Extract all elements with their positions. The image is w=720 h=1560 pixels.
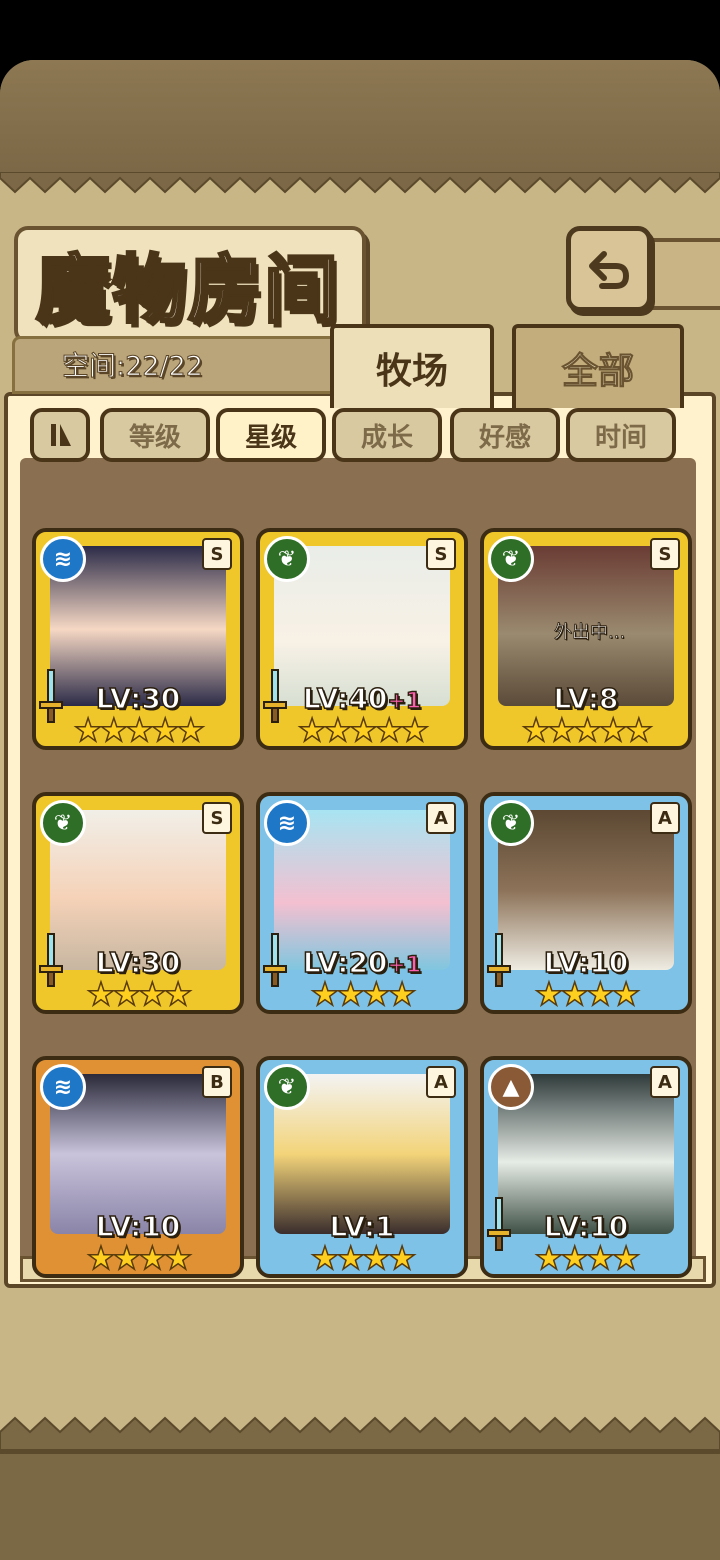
- rank-badge: A: [426, 802, 456, 834]
- tab-all[interactable]: 全部: [512, 324, 684, 408]
- nature-element-icon: ❦: [488, 800, 534, 846]
- star-rating: ★★★★★: [73, 711, 206, 749]
- top-map-strip: [0, 60, 720, 176]
- sort-order-icon: [51, 424, 71, 446]
- nature-element-icon: ❦: [264, 536, 310, 582]
- monster-card[interactable]: ❦ S 外出中... LV:8 ★★★★★: [480, 528, 692, 750]
- nature-element-icon: ❦: [40, 800, 86, 846]
- rank-badge: S: [202, 802, 232, 834]
- bottom-zigzag-border: [0, 1360, 720, 1450]
- away-status: 外出中...: [554, 622, 626, 644]
- nature-element-icon: ❦: [488, 536, 534, 582]
- monster-card[interactable]: ❦ S LV:40+1 ★★★★★: [256, 528, 468, 750]
- rank-badge: S: [650, 538, 680, 570]
- rank-badge: S: [426, 538, 456, 570]
- back-button-strip: [640, 238, 720, 310]
- sort-level-button[interactable]: 等级: [100, 408, 210, 462]
- monster-card[interactable]: ❦ A LV:1 ★★★★: [256, 1056, 468, 1278]
- star-rating: ★★★★★: [521, 711, 654, 749]
- star-rating: ★★★★: [310, 1239, 417, 1277]
- star-rating: ★★★★: [86, 1239, 193, 1277]
- monster-card[interactable]: ≋ S LV:30 ★★★★★: [32, 528, 244, 750]
- water-element-icon: ≋: [264, 800, 310, 846]
- bottom-map-strip: [0, 1450, 720, 1560]
- sort-order-toggle[interactable]: [30, 408, 90, 462]
- top-zigzag-border: [0, 172, 720, 200]
- water-element-icon: ≋: [40, 536, 86, 582]
- rank-badge: A: [426, 1066, 456, 1098]
- nature-element-icon: ❦: [264, 1064, 310, 1110]
- rank-badge: B: [202, 1066, 232, 1098]
- star-rating: ★★★★: [534, 975, 641, 1013]
- star-rating: ★★★★: [534, 1239, 641, 1277]
- back-button[interactable]: [566, 226, 652, 312]
- star-rating: ★★★★: [86, 975, 193, 1013]
- tab-ranch[interactable]: 牧场: [330, 324, 494, 408]
- rank-badge: A: [650, 802, 680, 834]
- monster-card[interactable]: ▲ A LV:10 ★★★★: [480, 1056, 692, 1278]
- sort-affection-button[interactable]: 好感: [450, 408, 560, 462]
- monster-card[interactable]: ≋ A LV:20+1 ★★★★: [256, 792, 468, 1014]
- star-rating: ★★★★★: [297, 711, 430, 749]
- star-rating: ★★★★: [310, 975, 417, 1013]
- sort-star-button[interactable]: 星级: [216, 408, 326, 462]
- capacity-label: 空间:22/22: [62, 351, 204, 383]
- page-title: 魔物房间: [35, 246, 340, 335]
- earth-element-icon: ▲: [488, 1064, 534, 1110]
- rank-badge: A: [650, 1066, 680, 1098]
- monster-card[interactable]: ≋ B LV:10 ★★★★: [32, 1056, 244, 1278]
- water-element-icon: ≋: [40, 1064, 86, 1110]
- monster-card[interactable]: ❦ S LV:30 ★★★★: [32, 792, 244, 1014]
- monster-card[interactable]: ❦ A LV:10 ★★★★: [480, 792, 692, 1014]
- sort-growth-button[interactable]: 成长: [332, 408, 442, 462]
- rank-badge: S: [202, 538, 232, 570]
- sort-time-button[interactable]: 时间: [566, 408, 676, 462]
- back-arrow-icon: [589, 251, 630, 289]
